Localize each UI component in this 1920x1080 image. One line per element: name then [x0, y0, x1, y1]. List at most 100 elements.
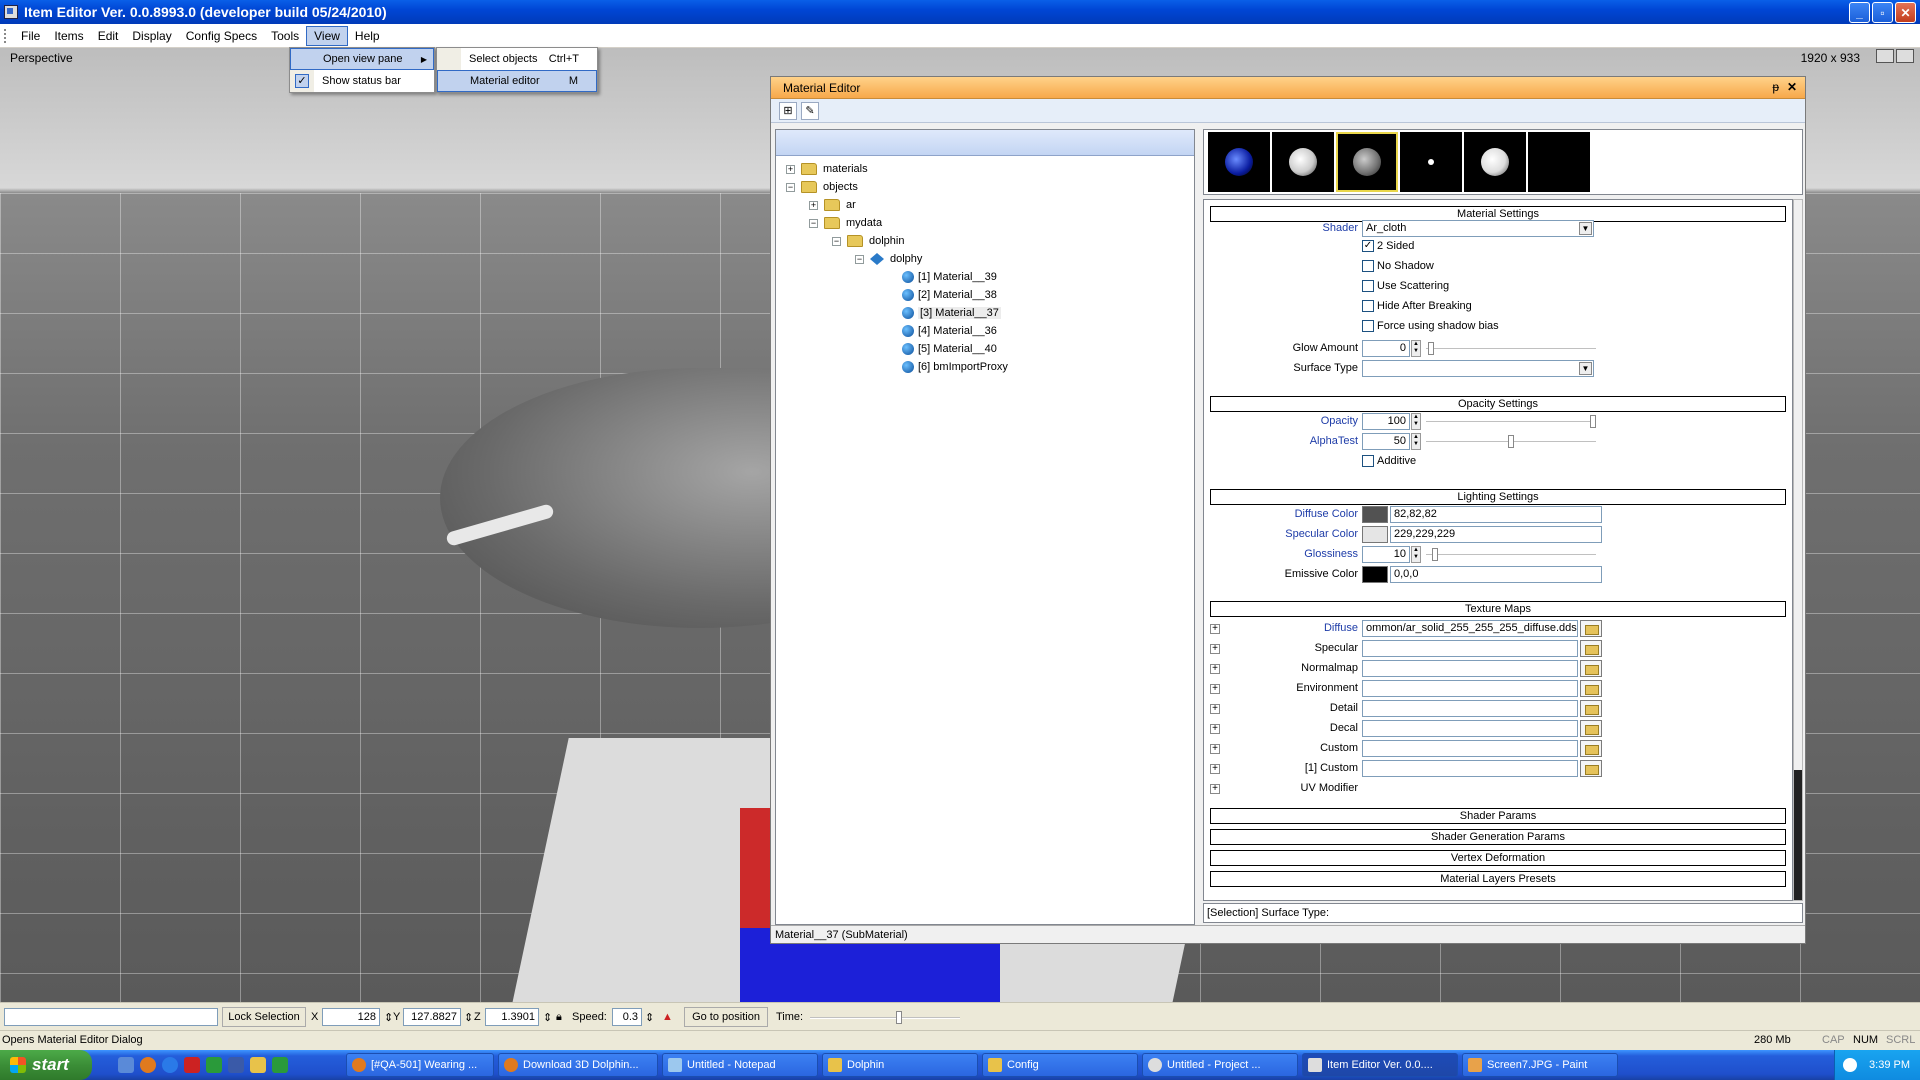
- emissive-color-swatch[interactable]: [1362, 566, 1388, 583]
- app-icon[interactable]: [228, 1057, 244, 1073]
- expand-icon[interactable]: +: [786, 164, 795, 174]
- folder-open-icon[interactable]: [1580, 700, 1602, 717]
- section-material-layers-presets[interactable]: Material Layers Presets: [1210, 871, 1786, 887]
- tree-node-ar[interactable]: + ar: [809, 196, 856, 214]
- texture-diffuse-input[interactable]: ommon/ar_solid_255_255_255_diffuse.dds: [1362, 620, 1578, 637]
- close-icon[interactable]: ✕: [1787, 80, 1797, 94]
- specular-color-swatch[interactable]: [1362, 526, 1388, 543]
- collapse-icon[interactable]: −: [809, 218, 818, 228]
- tree-node-material-1[interactable]: [1] Material__39: [902, 268, 997, 286]
- tree-node-material-3[interactable]: [3] Material__37: [902, 304, 1001, 322]
- edit-material-icon[interactable]: ✎: [801, 101, 819, 120]
- glossiness-spinner[interactable]: ▲ ▼: [1411, 546, 1421, 563]
- viewport-window-icon[interactable]: [1896, 49, 1914, 63]
- folder-open-icon[interactable]: [1580, 760, 1602, 777]
- folder-open-icon[interactable]: [1580, 740, 1602, 757]
- task-download-dolphin[interactable]: Download 3D Dolphin...: [498, 1053, 658, 1077]
- task-config-folder[interactable]: Config: [982, 1053, 1138, 1077]
- x-input[interactable]: 128: [322, 1008, 380, 1026]
- app-icon[interactable]: [184, 1057, 200, 1073]
- browser-icon[interactable]: [162, 1057, 178, 1073]
- glossiness-slider[interactable]: [1426, 548, 1596, 561]
- checkbox-2-sided[interactable]: ✓ 2 Sided: [1362, 240, 1414, 252]
- z-input[interactable]: 1.3901: [485, 1008, 539, 1026]
- checkbox-additive[interactable]: Additive: [1362, 455, 1416, 467]
- expand-icon[interactable]: +: [809, 200, 818, 210]
- texture-environment-input[interactable]: [1362, 680, 1578, 697]
- texture-custom-1-input[interactable]: [1362, 760, 1578, 777]
- close-button[interactable]: ✕: [1895, 2, 1916, 23]
- menu-select-objects[interactable]: Select objects Ctrl+T: [437, 48, 597, 70]
- tree-node-mydata[interactable]: − mydata: [809, 214, 882, 232]
- clock[interactable]: 3:39 PM: [1869, 1059, 1910, 1071]
- opacity-input[interactable]: 100: [1362, 413, 1410, 430]
- emissive-color-input[interactable]: 0,0,0: [1390, 566, 1602, 583]
- tree-node-material-4[interactable]: [4] Material__36: [902, 322, 997, 340]
- tray-arrow-icon[interactable]: [1843, 1058, 1857, 1072]
- diffuse-color-swatch[interactable]: [1362, 506, 1388, 523]
- preview-grey[interactable]: [1336, 132, 1398, 192]
- section-texture-maps[interactable]: Texture Maps: [1210, 601, 1786, 617]
- folder-open-icon[interactable]: [1580, 680, 1602, 697]
- specular-color-input[interactable]: 229,229,229: [1390, 526, 1602, 543]
- preview-bright[interactable]: [1464, 132, 1526, 192]
- task-project[interactable]: Untitled - Project ...: [1142, 1053, 1298, 1077]
- folder-open-icon[interactable]: [1580, 640, 1602, 657]
- tree-node-material-6[interactable]: [6] bmImportProxy: [902, 358, 1008, 376]
- section-shader-generation-params[interactable]: Shader Generation Params: [1210, 829, 1786, 845]
- checkbox-hide-after-breaking[interactable]: Hide After Breaking: [1362, 300, 1472, 312]
- task-item-editor[interactable]: Item Editor Ver. 0.0....: [1302, 1053, 1458, 1077]
- collapse-icon[interactable]: −: [855, 254, 864, 264]
- shader-select[interactable]: Ar_cloth ▼: [1362, 220, 1594, 237]
- collapse-icon[interactable]: −: [832, 236, 841, 246]
- texture-specular-input[interactable]: [1362, 640, 1578, 657]
- pin-icon[interactable]: ᵽ: [1772, 80, 1779, 94]
- menu-items[interactable]: Items: [47, 27, 90, 45]
- folder-open-icon[interactable]: [1580, 660, 1602, 677]
- tree-node-materials[interactable]: + materials: [786, 160, 868, 178]
- checkbox-no-shadow[interactable]: No Shadow: [1362, 260, 1434, 272]
- menu-tools[interactable]: Tools: [264, 27, 306, 45]
- section-opacity-settings[interactable]: Opacity Settings: [1210, 396, 1786, 412]
- tree-node-material-2[interactable]: [2] Material__38: [902, 286, 997, 304]
- checkbox-use-scattering[interactable]: Use Scattering: [1362, 280, 1449, 292]
- checkbox-force-shadow-bias[interactable]: Force using shadow bias: [1362, 320, 1499, 332]
- section-shader-params[interactable]: Shader Params: [1210, 808, 1786, 824]
- spinner-icon[interactable]: ⇕: [464, 1011, 473, 1024]
- texture-detail-input[interactable]: [1362, 700, 1578, 717]
- tree-node-dolphy[interactable]: − dolphy: [855, 250, 922, 268]
- time-slider[interactable]: [810, 1011, 960, 1024]
- material-editor-titlebar[interactable]: Material Editor ᵽ ✕: [771, 77, 1805, 99]
- lock-selection-button[interactable]: Lock Selection: [222, 1007, 306, 1027]
- material-tree[interactable]: + materials − objects + ar − mydata − do…: [775, 129, 1195, 925]
- diffuse-color-input[interactable]: 82,82,82: [1390, 506, 1602, 523]
- texture-normalmap-input[interactable]: [1362, 660, 1578, 677]
- section-lighting-settings[interactable]: Lighting Settings: [1210, 489, 1786, 505]
- menu-view[interactable]: View: [306, 25, 348, 46]
- alphatest-spinner[interactable]: ▲ ▼: [1411, 433, 1421, 450]
- start-button[interactable]: start: [0, 1050, 92, 1080]
- task-paint[interactable]: Screen7.JPG - Paint: [1462, 1053, 1618, 1077]
- task-dolphin-folder[interactable]: Dolphin: [822, 1053, 978, 1077]
- menu-edit[interactable]: Edit: [91, 27, 126, 45]
- y-input[interactable]: 127.8827: [403, 1008, 461, 1026]
- maximize-button[interactable]: ▫: [1872, 2, 1893, 23]
- task-notepad[interactable]: Untitled - Notepad: [662, 1053, 818, 1077]
- menu-config-specs[interactable]: Config Specs: [179, 27, 264, 45]
- add-material-icon[interactable]: ⊞: [779, 101, 797, 120]
- camera-icon[interactable]: ▲: [662, 1011, 673, 1023]
- glow-amount-spinner[interactable]: ▲ ▼: [1411, 340, 1421, 357]
- collapse-icon[interactable]: −: [786, 182, 795, 192]
- alphatest-input[interactable]: 50: [1362, 433, 1410, 450]
- viewport-pick-icon[interactable]: [1876, 49, 1894, 63]
- go-to-position-button[interactable]: Go to position: [684, 1007, 768, 1027]
- section-vertex-deformation[interactable]: Vertex Deformation: [1210, 850, 1786, 866]
- spinner-icon[interactable]: ⇕: [543, 1011, 552, 1024]
- menu-show-status-bar[interactable]: ✓ Show status bar: [290, 70, 434, 92]
- firefox-icon[interactable]: [140, 1057, 156, 1073]
- quicklaunch-icon[interactable]: [118, 1057, 134, 1073]
- glow-amount-input[interactable]: 0: [1362, 340, 1410, 357]
- menu-open-view-pane[interactable]: Open view pane ▶: [290, 48, 434, 70]
- menu-display[interactable]: Display: [125, 27, 178, 45]
- opacity-slider[interactable]: [1426, 415, 1596, 428]
